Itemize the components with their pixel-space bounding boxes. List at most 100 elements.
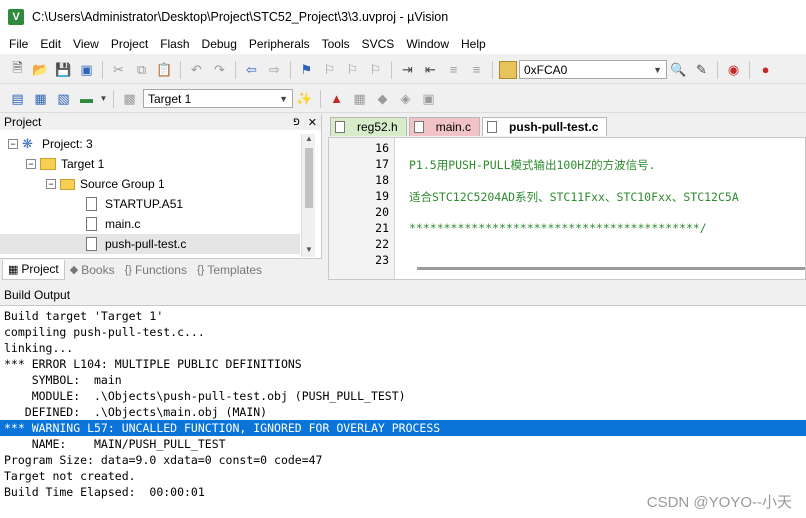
chevron-down-icon[interactable]: ▼	[279, 94, 288, 104]
menu-edit[interactable]: Edit	[34, 34, 67, 54]
save-icon[interactable]: 💾	[54, 60, 74, 80]
breakpoint-icon[interactable]: ●	[756, 60, 776, 80]
output-line-warning-selected[interactable]: *** WARNING L57: UNCALLED FUNCTION, IGNO…	[0, 420, 806, 436]
line-text: ****************************************…	[409, 221, 707, 235]
indent-icon[interactable]: ⇥	[398, 60, 418, 80]
tab-label: Functions	[134, 262, 187, 277]
open-file-icon[interactable]: 📂	[31, 60, 51, 80]
stop-build-icon[interactable]: ▩	[120, 89, 140, 109]
tab-label: reg52.h	[357, 120, 398, 134]
editor-tabs: reg52.h main.c push-pull-test.c	[326, 114, 806, 136]
download-options-chevron-icon[interactable]: ▼	[100, 89, 108, 109]
line-number: 21	[375, 221, 389, 235]
collapse-icon[interactable]: −	[26, 159, 36, 169]
collapse-icon[interactable]: −	[46, 179, 56, 189]
uvision-app-icon: V	[8, 9, 24, 25]
pin-icon[interactable]: פ	[293, 116, 300, 129]
output-line: Target not created.	[4, 469, 136, 483]
title-bar: V C:\Users\Administrator\Desktop\Project…	[0, 0, 806, 34]
tab-templates[interactable]: {} Templates	[192, 260, 267, 280]
pack-installer-icon[interactable]: ▣	[419, 89, 439, 109]
prev-bookmark-icon[interactable]: ⚐	[320, 60, 340, 80]
line-number: 22	[375, 237, 389, 251]
tab-reg52-h[interactable]: reg52.h	[330, 117, 407, 136]
menu-peripherals[interactable]: Peripherals	[243, 34, 316, 54]
download-icon[interactable]: ▬	[77, 89, 97, 109]
tab-main-c[interactable]: main.c	[408, 117, 481, 136]
paste-icon[interactable]: 📋	[155, 60, 175, 80]
code-editor[interactable]: 16 17 P1.5用PUSH-PULL模式输出100HZ的方波信号. 18 1…	[328, 137, 806, 280]
tree-item-project[interactable]: − ❋ Project: 3	[0, 134, 321, 154]
tab-project[interactable]: ▦ Project	[2, 259, 65, 280]
build-icon[interactable]: ▦	[31, 89, 51, 109]
new-file-icon[interactable]: 🗎	[8, 60, 28, 80]
clear-bookmarks-icon[interactable]: ⚐	[366, 60, 386, 80]
tab-books[interactable]: ◆ Books	[65, 260, 120, 280]
manage-components-icon[interactable]: ▲	[327, 89, 347, 109]
redo-icon[interactable]: ↷	[210, 60, 230, 80]
toolbar-separator	[113, 89, 114, 108]
run-time-env-icon[interactable]: ◈	[396, 89, 416, 109]
comment-icon[interactable]: ≡	[444, 60, 464, 80]
tree-item-source-group[interactable]: − Source Group 1	[0, 174, 321, 194]
code-line: 16	[329, 141, 805, 157]
toolbar-separator	[235, 60, 236, 79]
project-tree-scrollbar[interactable]: ▲ ▼	[301, 134, 315, 257]
unindent-icon[interactable]: ⇤	[421, 60, 441, 80]
save-all-icon[interactable]: ▣	[77, 60, 97, 80]
menu-view[interactable]: View	[67, 34, 105, 54]
menu-flash[interactable]: Flash	[154, 34, 195, 54]
build-output-panel[interactable]: Build target 'Target 1' compiling push-p…	[0, 305, 806, 518]
copy-icon[interactable]: ⧉	[132, 60, 152, 80]
next-bookmark-icon[interactable]: ⚐	[343, 60, 363, 80]
close-icon[interactable]: ✕	[308, 116, 317, 129]
tree-item-target[interactable]: − Target 1	[0, 154, 321, 174]
find-icon[interactable]: 🔍	[669, 60, 689, 80]
undo-icon[interactable]: ↶	[187, 60, 207, 80]
target-options-icon[interactable]: ✨	[295, 89, 315, 109]
bookmark-icon[interactable]: ⚑	[297, 60, 317, 80]
incremental-find-icon[interactable]: ✎	[692, 60, 712, 80]
project-panel: Project פ ✕ − ❋ Project: 3 − Target 1 − …	[0, 114, 322, 280]
find-in-files-icon[interactable]	[499, 60, 517, 79]
editor-horizontal-scrollbar[interactable]	[399, 265, 805, 273]
output-line: MODULE: .\Objects\push-pull-test.obj (PU…	[4, 389, 406, 403]
target-select[interactable]: Target 1 ▼	[143, 89, 293, 108]
scroll-up-icon[interactable]: ▲	[302, 134, 316, 146]
scrollbar-thumb[interactable]	[305, 148, 313, 208]
menu-svcs[interactable]: SVCS	[356, 34, 401, 54]
menu-debug[interactable]: Debug	[196, 34, 243, 54]
menu-project[interactable]: Project	[105, 34, 154, 54]
translate-icon[interactable]: ▤	[8, 89, 28, 109]
file-icon	[86, 217, 97, 231]
uncomment-icon[interactable]: ≡	[467, 60, 487, 80]
code-line: 21 *************************************…	[329, 221, 805, 237]
scroll-down-icon[interactable]: ▼	[302, 245, 316, 257]
navigate-forward-icon[interactable]: ⇨	[265, 60, 285, 80]
debug-session-icon[interactable]: ◉	[724, 60, 744, 80]
target-value: Target 1	[148, 91, 192, 106]
menu-window[interactable]: Window	[400, 34, 455, 54]
tree-item-file-selected[interactable]: push-pull-test.c	[0, 234, 300, 254]
menu-help[interactable]: Help	[455, 34, 492, 54]
navigate-back-icon[interactable]: ⇦	[242, 60, 262, 80]
line-text: 适合STC12C5204AD系列、STC11Fxx、STC10Fxx、STC12…	[409, 190, 739, 204]
toolbar-separator	[102, 60, 103, 79]
tree-item-file[interactable]: main.c	[0, 214, 321, 234]
address-combo[interactable]: 0xFCA0 ▼	[519, 60, 667, 79]
scrollbar-thumb[interactable]	[417, 267, 805, 270]
output-line: DEFINED: .\Objects\main.obj (MAIN)	[4, 405, 268, 419]
menu-file[interactable]: File	[3, 34, 34, 54]
select-packs-icon[interactable]: ◆	[373, 89, 393, 109]
tree-item-file[interactable]: STARTUP.A51	[0, 194, 321, 214]
rebuild-icon[interactable]: ▧	[54, 89, 74, 109]
tab-push-pull-test-c[interactable]: push-pull-test.c	[482, 117, 608, 136]
chevron-down-icon[interactable]: ▼	[653, 65, 662, 75]
line-number: 16	[375, 141, 389, 155]
collapse-icon[interactable]: −	[8, 139, 18, 149]
manage-books-icon[interactable]: ▦	[350, 89, 370, 109]
cut-icon[interactable]: ✂	[109, 60, 129, 80]
menu-tools[interactable]: Tools	[316, 34, 356, 54]
tab-functions[interactable]: {} Functions	[120, 260, 192, 280]
code-line: 22	[329, 237, 805, 253]
